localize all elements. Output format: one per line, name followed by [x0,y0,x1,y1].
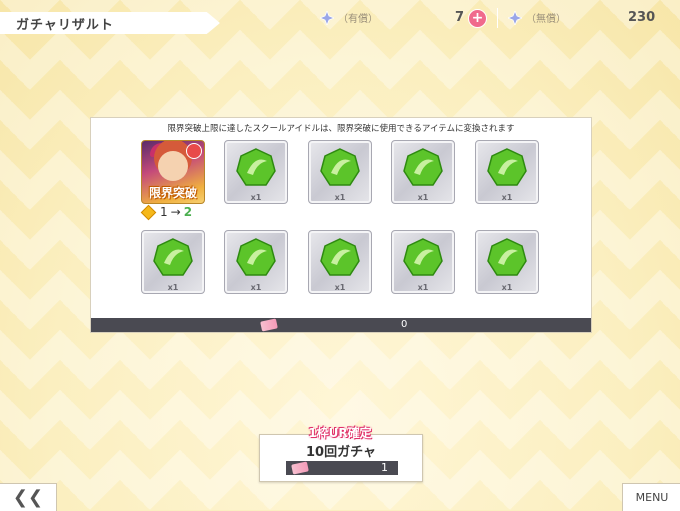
paid-label: （有償） [338,14,378,25]
item-tile[interactable]: x1 [308,140,372,204]
menu-label: MENU [635,491,669,504]
item-count: x1 [250,193,262,202]
panel-footer: 0 [91,318,591,332]
star-gem-icon [508,10,522,25]
green-gem-icon [487,238,527,276]
item-tile[interactable]: x1 [475,140,539,204]
item-tile[interactable]: x1 [224,230,288,294]
header-divider [497,8,498,28]
ticket-total: 0 [401,319,408,330]
limit-to: 2 [183,205,193,219]
green-gem-icon [487,148,527,186]
ticket-cost: 1 [381,461,388,474]
green-gem-icon [320,148,360,186]
result-panel: 限界突破上限に達したスクールアイドルは、限界突破に使用できるアイテムに変換されま… [90,117,592,333]
item-tile[interactable]: x1 [224,140,288,204]
add-currency-button[interactable]: + [468,9,487,28]
green-gem-icon [320,238,360,276]
item-tile[interactable]: x1 [391,230,455,294]
item-tile[interactable]: x1 [308,230,372,294]
idol-portrait [158,151,188,181]
star-gem-icon [320,10,334,25]
gacha-cost-bar: 1 [286,461,398,475]
free-label: （無償） [526,14,566,25]
paid-value: 7 [455,10,465,25]
item-count: x1 [250,283,262,292]
item-count: x1 [501,283,513,292]
item-count: x1 [417,193,429,202]
item-count: x1 [167,283,179,292]
limit-arrow: → [170,205,181,219]
free-value: 230 [628,10,656,25]
item-tile[interactable]: x1 [475,230,539,294]
ur-guarantee-tag: 1枠UR確定 [308,426,372,440]
green-gem-icon [236,148,276,186]
item-tile[interactable]: x1 [391,140,455,204]
diamond-icon [140,204,157,220]
limit-from: 1 [160,205,168,219]
gacha-label: 10回ガチャ [306,445,376,460]
attribute-icon [186,143,202,159]
item-count: x1 [334,193,346,202]
ticket-icon [291,461,309,475]
green-gem-icon [403,148,443,186]
green-gem-icon [153,238,193,276]
item-count: x1 [417,283,429,292]
limit-break-row: 1 → 2 [140,204,193,220]
conversion-note: 限界突破上限に達したスクールアイドルは、限界突破に使用できるアイテムに変換されま… [167,124,515,134]
ten-pull-gacha-button[interactable]: 10回ガチャ 1 [259,434,423,482]
green-gem-icon [236,238,276,276]
back-button[interactable]: ❮❮ [0,483,57,511]
ticket-icon [260,318,278,332]
green-gem-icon [403,238,443,276]
item-tile[interactable]: x1 [141,230,205,294]
item-count: x1 [501,193,513,202]
menu-button[interactable]: MENU [622,483,680,511]
paid-currency: （有償） [320,10,378,25]
double-chevron-left-icon: ❮❮ [12,487,44,508]
idol-card[interactable]: 限界突破 [141,140,205,204]
page-title: ガチャリザルト [16,18,114,33]
free-currency: （無償） [508,10,566,25]
limit-break-label: 限界突破 [148,186,197,200]
item-count: x1 [334,283,346,292]
